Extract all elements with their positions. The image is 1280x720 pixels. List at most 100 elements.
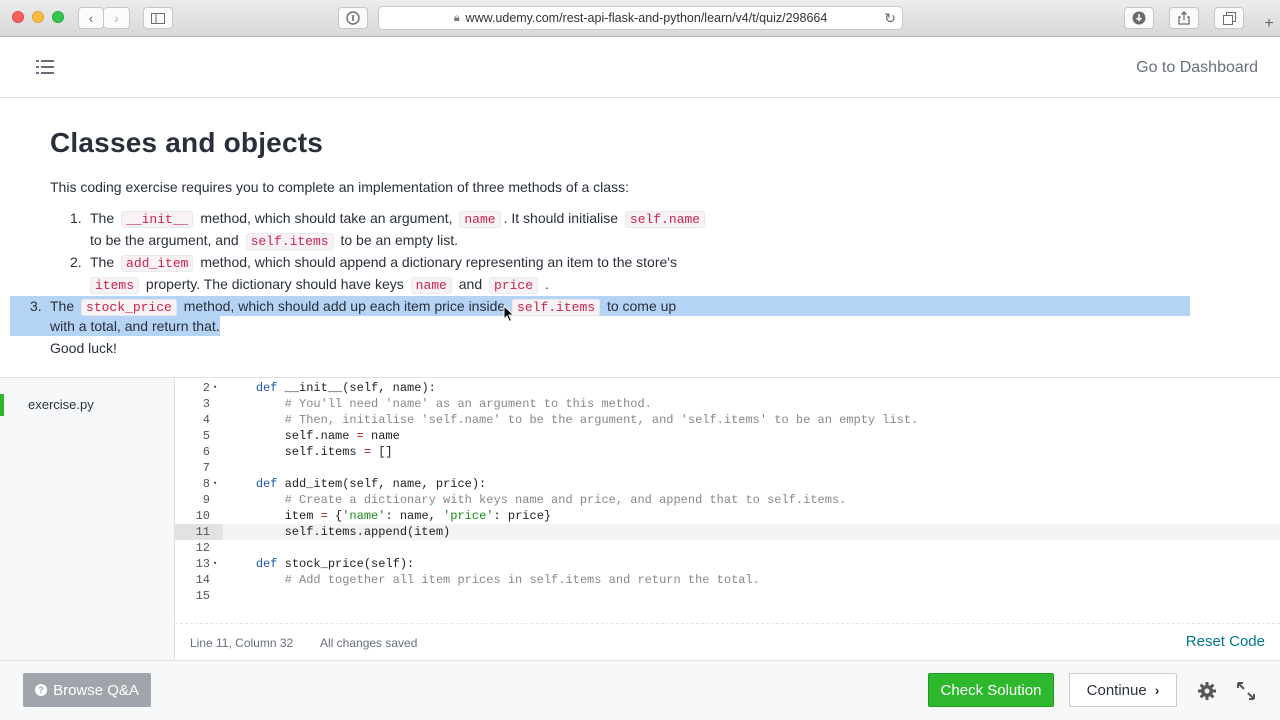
code-text: # You'll need 'name' as an argument to t… [284, 397, 652, 411]
code-line[interactable]: 12 [175, 540, 1280, 556]
code-line[interactable]: 7 [175, 460, 1280, 476]
line-number: 6 [202, 445, 210, 459]
code-text: self.name = name [227, 429, 400, 443]
code-line[interactable]: 9 # Create a dictionary with keys name a… [175, 492, 1280, 508]
task-item: 2. The add_item method, which should app… [70, 254, 677, 294]
code-area[interactable]: 2 ▾ def __init__(self, name): 3 # You'll n… [175, 378, 1280, 623]
line-number: 2 [202, 381, 210, 395]
zoom-window-button[interactable] [52, 11, 64, 23]
browse-qa-button[interactable]: ? Browse Q&A [23, 673, 151, 707]
inline-code: __init__ [121, 211, 194, 228]
line-number: 3 [202, 397, 210, 411]
code-text: def stock_price(self): [255, 557, 415, 571]
code-line[interactable]: 14 # Add together all item prices in sel… [175, 572, 1280, 588]
minimize-window-button[interactable] [32, 11, 44, 23]
download-icon [1132, 11, 1146, 25]
code-line[interactable]: 6 self.items = [] [175, 444, 1280, 460]
code-line[interactable]: 10 item = {'name': name, 'price': price} [175, 508, 1280, 524]
file-list: exercise.py [0, 378, 175, 661]
cursor-position: Line 11, Column 32 [190, 636, 294, 650]
reset-code-button[interactable]: Reset Code [1186, 633, 1265, 650]
sidebar-icon [151, 12, 165, 24]
inline-code: items [90, 277, 140, 294]
line-number: 7 [202, 461, 210, 475]
code-line[interactable]: 5 self.name = name [175, 428, 1280, 444]
tabs-overview-button[interactable] [1214, 7, 1244, 29]
downloads-button[interactable] [1124, 7, 1154, 29]
line-number: 14 [195, 573, 210, 587]
expand-icon[interactable] [1236, 681, 1256, 701]
course-header: Go to Dashboard [0, 37, 1280, 98]
reload-icon[interactable]: ↻ [884, 10, 896, 27]
new-tab-icon[interactable]: + [1258, 15, 1280, 37]
info-circle-icon [346, 11, 360, 25]
forward-button[interactable]: › [104, 7, 130, 29]
code-text: # Create a dictionary with keys name and… [284, 493, 847, 507]
lock-icon: 🔒︎ [453, 11, 460, 24]
close-window-button[interactable] [12, 11, 24, 23]
code-text: # Then, initialise 'self.name' to be the… [284, 413, 919, 427]
code-line[interactable]: 3 # You'll need 'name' as an argument to… [175, 396, 1280, 412]
gear-icon[interactable] [1197, 681, 1217, 701]
code-line[interactable]: 13 ▾ def stock_price(self): [175, 556, 1280, 572]
chevron-right-icon: › [114, 10, 119, 26]
line-number: 15 [195, 589, 210, 603]
page-title: Classes and objects [50, 127, 324, 158]
inline-code: stock_price [81, 299, 177, 316]
go-to-dashboard-link[interactable]: Go to Dashboard [1136, 59, 1258, 77]
code-line[interactable]: 8 ▾ def add_item(self, name, price): [175, 476, 1280, 492]
footer-bar: ? Browse Q&A Check Solution Continue › [0, 660, 1280, 720]
task-item-selected: 3. The stock_price method, which should … [10, 296, 1230, 336]
inline-code: price [489, 277, 539, 294]
share-icon [1178, 11, 1190, 25]
question-icon: ? [35, 684, 48, 696]
code-text: item = {'name': name, 'price': price} [227, 509, 552, 523]
back-button[interactable]: ‹ [78, 7, 104, 29]
save-status: All changes saved [320, 636, 418, 650]
line-number: 5 [202, 429, 210, 443]
task-list: 1. The __init__ method, which should tak… [10, 208, 1230, 336]
line-number: 13 [195, 557, 210, 571]
exercise-intro: This coding exercise requires you to com… [50, 179, 629, 195]
fold-arrow-icon[interactable]: ▾ [213, 476, 217, 492]
chevron-right-icon: › [1154, 682, 1160, 698]
line-number: 12 [195, 541, 210, 555]
code-text: self.items.append(item) [227, 525, 451, 539]
inline-code: self.items [512, 299, 601, 316]
inline-code: self.name [624, 211, 706, 228]
fold-arrow-icon[interactable]: ▾ [213, 380, 217, 396]
code-text: # Add together all item prices in self.i… [284, 573, 760, 587]
inline-code: name [459, 211, 501, 228]
sidebar-toggle-button[interactable] [143, 7, 173, 29]
chevron-left-icon: ‹ [88, 10, 94, 26]
address-bar[interactable]: 🔒︎ www.udemy.com/rest-api-flask-and-pyth… [378, 6, 903, 30]
line-number: 8 [202, 477, 210, 491]
reader-button[interactable] [338, 7, 368, 29]
tabs-icon [1222, 11, 1236, 25]
fold-arrow-icon[interactable]: ▾ [213, 556, 217, 572]
task-item: 1. The __init__ method, which should tak… [50, 208, 1230, 252]
line-number: 9 [202, 493, 210, 507]
code-text: def add_item(self, name, price): [255, 477, 487, 491]
check-solution-button[interactable]: Check Solution [928, 673, 1054, 707]
code-line[interactable]: 2 ▾ def __init__(self, name): [175, 380, 1280, 396]
code-text: def __init__(self, name): [255, 381, 436, 395]
code-line[interactable]: 11 self.items.append(item) [175, 524, 1280, 540]
course-menu-icon[interactable] [36, 59, 54, 75]
share-button[interactable] [1169, 7, 1199, 29]
closing-text: Good luck! [50, 340, 117, 356]
code-line[interactable]: 15 [175, 588, 1280, 604]
continue-button[interactable]: Continue › [1069, 673, 1177, 707]
code-line[interactable]: 4 # Then, initialise 'self.name' to be t… [175, 412, 1280, 428]
line-number: 10 [195, 509, 210, 523]
inline-code: self.items [245, 233, 334, 250]
inline-code: name [410, 277, 452, 294]
mouse-cursor-icon [503, 305, 515, 323]
line-number: 11 [195, 525, 210, 539]
inline-code: add_item [121, 255, 194, 272]
file-item-exercise[interactable]: exercise.py [0, 394, 175, 416]
code-text: self.items = [] [227, 445, 393, 459]
code-editor: exercise.py 2 ▾ def __init__(self, name):… [0, 377, 1280, 661]
line-number: 4 [202, 413, 210, 427]
url-text: www.udemy.com/rest-api-flask-and-python/… [465, 11, 828, 25]
